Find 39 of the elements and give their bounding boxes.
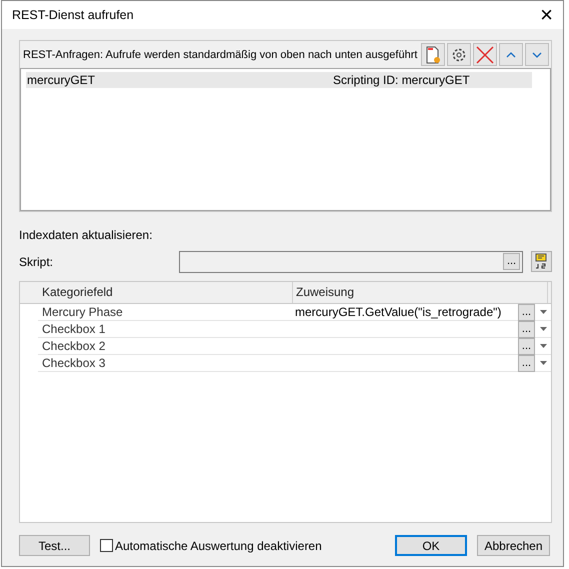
browse-button[interactable]: ... [503, 253, 520, 270]
settings-button[interactable] [447, 43, 471, 66]
browse-button[interactable]: ... [518, 304, 535, 320]
script-label: Skript: [19, 254, 54, 268]
script-button[interactable] [531, 251, 552, 272]
table-cell-text: Mercury Phase [41, 305, 124, 319]
close-button[interactable]: × [540, 4, 553, 26]
close-x-icon [476, 46, 494, 64]
column-header: Kategoriefeld [20, 282, 293, 303]
chevron-up-icon [506, 52, 516, 58]
section-label: Indexdaten aktualisieren: [19, 228, 154, 242]
dropdown-icon[interactable] [540, 327, 547, 331]
test-button[interactable]: Test... [19, 535, 90, 556]
chevron-down-icon [532, 52, 542, 58]
window-title: REST-Dienst aufrufen [12, 8, 134, 22]
new-document-button[interactable] [421, 43, 445, 66]
dropdown-icon[interactable] [540, 361, 547, 365]
gear-icon [451, 46, 467, 62]
table-cell-text: Checkbox 3 [41, 356, 106, 370]
dropdown-icon[interactable] [540, 344, 547, 348]
browse-button[interactable]: ... [518, 354, 535, 372]
table-cell-text: Checkbox 1 [41, 322, 106, 336]
script-field[interactable]: ... [178, 250, 524, 272]
cancel-button[interactable]: Abbrechen [477, 535, 550, 556]
auto-eval-checkbox[interactable]: Automatische Auswertung deaktivieren [100, 538, 322, 552]
delete-button[interactable] [473, 43, 497, 66]
dropdown-icon[interactable] [540, 310, 547, 314]
table-cell-text: mercuryGET.GetValue("is_retrograde") [294, 305, 502, 319]
column-header: Zuweisung [293, 282, 548, 303]
move-down-button[interactable] [525, 43, 549, 66]
request-item[interactable]: mercuryGET Scripting ID: mercuryGET [26, 72, 532, 88]
move-up-button[interactable] [499, 43, 523, 66]
document-icon [425, 46, 441, 64]
ok-button[interactable]: OK [395, 535, 467, 556]
browse-button[interactable]: ... [518, 320, 535, 338]
browse-button[interactable]: ... [518, 338, 535, 354]
table-cell-text: Checkbox 2 [41, 339, 106, 353]
requests-header: REST-Anfragen: Aufrufe werden standardmäßig von oben nach unten ausgeführt [23, 48, 418, 60]
script-icon [534, 253, 550, 270]
